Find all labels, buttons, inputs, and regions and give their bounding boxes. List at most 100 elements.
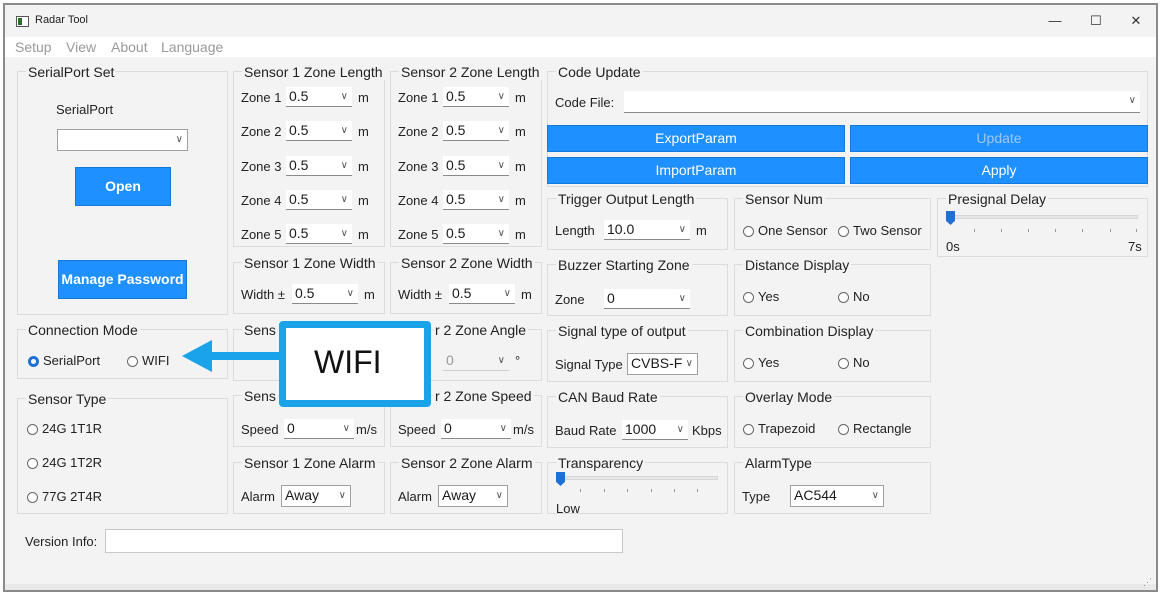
apply-button[interactable]: Apply [850, 157, 1148, 184]
zone-label: Zone 1 [398, 90, 439, 105]
group-title: Code Update [556, 64, 643, 80]
zone-label: Zone 5 [398, 227, 439, 242]
distance-yes-radio[interactable] [743, 292, 754, 303]
s2-zone4-select[interactable]: 0.5 ∨ [443, 190, 509, 210]
update-button[interactable]: Update [850, 125, 1148, 152]
alarm-type-group: AlarmType Type AC544 ∨ [734, 455, 931, 514]
unit-label: m [696, 223, 707, 238]
menu-about[interactable]: About [111, 39, 148, 55]
signal-type-select[interactable]: CVBS-F ∨ [627, 353, 698, 375]
presignal-max-label: 7s [1128, 239, 1142, 254]
s1-width-select[interactable]: 0.5 ∨ [292, 284, 358, 304]
chevron-down-icon: ∨ [685, 358, 693, 369]
presignal-slider-thumb[interactable] [946, 211, 955, 225]
s1-zone5-select[interactable]: 0.5 ∨ [286, 224, 352, 244]
alarm-type-select[interactable]: AC544 ∨ [790, 485, 884, 507]
s2-alarm-select[interactable]: Away ∨ [438, 485, 508, 507]
baud-rate-select[interactable]: 1000 ∨ [622, 420, 688, 440]
unit-label: m/s [513, 422, 534, 437]
s1-speed-select[interactable]: 0 ∨ [284, 419, 354, 439]
slider-tick [674, 489, 675, 492]
version-info-field[interactable] [105, 529, 623, 553]
slider-tick [1136, 229, 1137, 232]
distance-no-label: No [853, 289, 870, 304]
slider-tick [974, 229, 975, 232]
unit-label: m [515, 159, 526, 174]
slider-tick [580, 489, 581, 492]
chevron-down-icon: ∨ [497, 355, 505, 366]
s2-angle-select[interactable]: 0 ∨ [443, 351, 509, 371]
group-title: Combination Display [743, 323, 876, 339]
rectangle-label: Rectangle [853, 421, 912, 436]
open-button[interactable]: Open [75, 167, 171, 206]
two-sensor-radio[interactable] [838, 226, 849, 237]
code-file-label: Code File: [555, 95, 615, 110]
wifi-radio[interactable] [127, 356, 138, 367]
chevron-down-icon: ∨ [503, 288, 511, 299]
s1-zone1-select[interactable]: 0.5 ∨ [286, 87, 352, 107]
s2-zone2-select[interactable]: 0.5 ∨ [443, 121, 509, 141]
s2-zone5-select[interactable]: 0.5 ∨ [443, 224, 509, 244]
width-label: Width ± [241, 287, 285, 302]
close-button[interactable]: ✕ [1118, 9, 1154, 33]
manage-password-button[interactable]: Manage Password [58, 260, 187, 299]
minimize-button[interactable]: — [1037, 9, 1073, 33]
combination-no-radio[interactable] [838, 358, 849, 369]
group-title: Signal type of output [556, 323, 688, 339]
combination-yes-radio[interactable] [743, 358, 754, 369]
s1-zone4-select[interactable]: 0.5 ∨ [286, 190, 352, 210]
presignal-slider-track[interactable] [946, 215, 1138, 219]
transparency-slider-thumb[interactable] [556, 472, 565, 486]
s1-zone3-select[interactable]: 0.5 ∨ [286, 156, 352, 176]
s2-zone1-select[interactable]: 0.5 ∨ [443, 87, 509, 107]
buzzer-zone-select[interactable]: 0 ∨ [604, 289, 690, 309]
chevron-down-icon: ∨ [497, 194, 505, 205]
serialport-select[interactable]: ∨ [57, 129, 188, 151]
menu-language[interactable]: Language [161, 39, 223, 55]
serialport-label: SerialPort [56, 102, 114, 117]
s2-zone3-select[interactable]: 0.5 ∨ [443, 156, 509, 176]
sensor2-zone-length-group: Sensor 2 Zone Length Zone 1 0.5 ∨ m Zone … [390, 64, 542, 247]
chevron-down-icon: ∨ [495, 490, 503, 501]
sensor-type-radio-2[interactable] [27, 458, 38, 469]
code-file-select[interactable]: ∨ [624, 91, 1140, 113]
sensor-num-group: Sensor Num One Sensor Two Sensor [734, 191, 931, 250]
group-title: Sensor Num [743, 191, 825, 207]
trapezoid-radio[interactable] [743, 424, 754, 435]
sensor-type-radio-3[interactable] [27, 492, 38, 503]
export-param-button[interactable]: ExportParam [547, 125, 845, 152]
speed-label: Speed [398, 422, 436, 437]
can-baud-rate-group: CAN Baud Rate Baud Rate 1000 ∨ Kbps [547, 389, 728, 448]
alarm-label: Alarm [398, 489, 432, 504]
menu-view[interactable]: View [66, 39, 96, 55]
trigger-length-select[interactable]: 10.0 ∨ [604, 220, 690, 240]
maximize-button[interactable]: ☐ [1078, 9, 1114, 33]
s1-zone2-select[interactable]: 0.5 ∨ [286, 121, 352, 141]
s2-width-select[interactable]: 0.5 ∨ [449, 284, 515, 304]
combination-yes-label: Yes [758, 355, 780, 370]
sensor-type-group: Sensor Type 24G 1T1R 24G 1T2R 77G 2T4R [17, 391, 228, 514]
zone-label: Zone 2 [241, 124, 282, 139]
presignal-delay-group: Presignal Delay 0s 7s [937, 191, 1148, 257]
s1-alarm-select[interactable]: Away ∨ [281, 485, 351, 507]
resize-grip-icon[interactable]: ⋰ [1143, 577, 1152, 588]
group-title: Sens [242, 388, 278, 404]
sensor-type-radio-1[interactable] [27, 424, 38, 435]
menu-setup[interactable]: Setup [15, 39, 52, 55]
serialport-radio[interactable] [28, 356, 39, 367]
import-param-button[interactable]: ImportParam [547, 157, 845, 184]
rectangle-radio[interactable] [838, 424, 849, 435]
group-title: Sens [242, 322, 278, 338]
slider-tick [697, 489, 698, 492]
chevron-down-icon: ∨ [678, 293, 686, 304]
transparency-slider-track[interactable] [556, 476, 718, 480]
baud-rate-label: Baud Rate [555, 423, 617, 438]
one-sensor-radio[interactable] [743, 226, 754, 237]
distance-no-radio[interactable] [838, 292, 849, 303]
s2-speed-select[interactable]: 0 ∨ [441, 419, 511, 439]
sensor-type-label-3: 77G 2T4R [42, 489, 102, 504]
chevron-down-icon: ∨ [340, 160, 348, 171]
signal-type-label: Signal Type [555, 357, 623, 372]
sensor1-zone-alarm-group: Sensor 1 Zone Alarm Alarm Away ∨ [233, 455, 385, 514]
serialport-group: SerialPort Set SerialPort ∨ Open Manage … [17, 64, 228, 315]
